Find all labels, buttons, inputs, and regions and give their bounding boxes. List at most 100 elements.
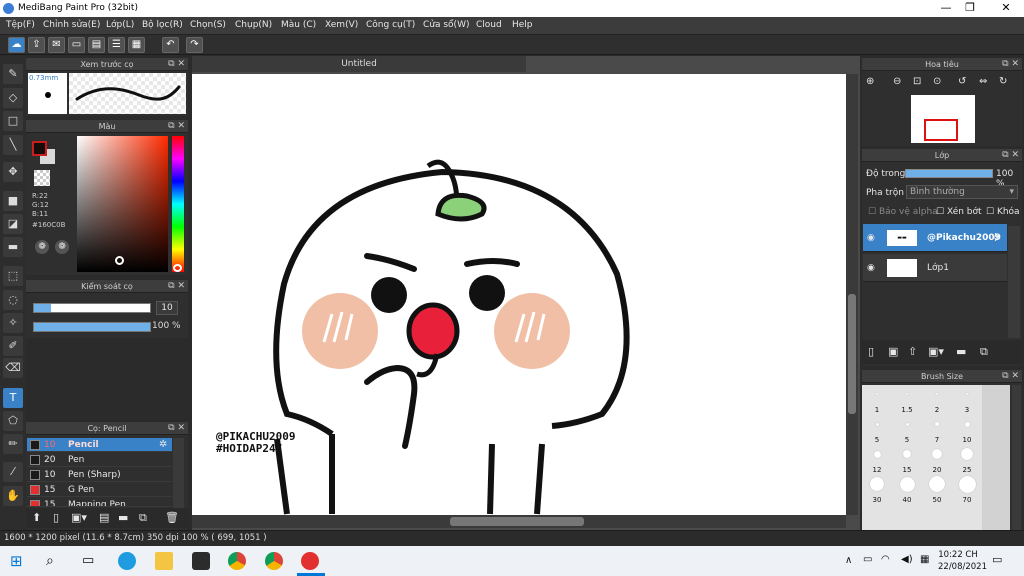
brush-opacity-slider[interactable] <box>33 322 151 332</box>
actual-size-icon[interactable]: ⊙ <box>933 76 941 87</box>
document-icon[interactable]: ▤ <box>88 37 105 53</box>
brush-list-scrollbar[interactable] <box>173 438 184 508</box>
layer-scrollbar[interactable] <box>1008 226 1020 338</box>
brush-settings-icon[interactable]: ✲ <box>159 438 167 452</box>
edge-browser-icon[interactable] <box>118 552 136 570</box>
add-brush-icon[interactable]: ▣▾ <box>71 511 87 524</box>
visibility-eye-icon[interactable]: ◉ <box>867 254 875 282</box>
brush-size-dot[interactable] <box>961 448 973 460</box>
vertical-scroll-thumb[interactable] <box>848 294 856 414</box>
windows-start-icon[interactable]: ⊞ <box>10 552 28 570</box>
panel-close-icon[interactable]: ⧉ ✕ <box>1002 58 1019 71</box>
vertical-scrollbar[interactable] <box>846 74 858 515</box>
brush-size-dot[interactable] <box>873 450 881 458</box>
layer-settings-icon[interactable]: ✲ <box>991 224 1000 252</box>
chat-icon[interactable]: ▭ <box>68 37 85 53</box>
redo-icon[interactable]: ↷ <box>186 37 203 53</box>
file-explorer-icon[interactable] <box>155 552 173 570</box>
layer-up-icon[interactable]: ⇧ <box>908 345 917 358</box>
volume-icon[interactable]: ◀) <box>901 554 913 565</box>
panel-close-icon[interactable]: ⧉ ✕ <box>168 280 185 293</box>
maximize-button[interactable]: ❐ <box>950 1 990 16</box>
brush-item-pen[interactable]: 20 Pen <box>27 453 172 467</box>
lasso-tool-icon[interactable]: ◌ <box>3 290 23 310</box>
brush-size-dot[interactable] <box>936 393 938 395</box>
menu-help[interactable]: Help <box>512 20 533 30</box>
hue-slider[interactable] <box>172 136 184 272</box>
folder-icon[interactable]: ▬ <box>118 511 128 524</box>
menu-edit[interactable]: Chỉnh sửa(E) <box>43 20 100 30</box>
layer-row-pikachu[interactable]: ◉ ▬▬ @Pikachu2009 ✲ <box>863 224 1007 252</box>
brush-item-mapping-pen[interactable]: 15 Mapping Pen <box>27 498 172 507</box>
brush-size-value[interactable]: 10 <box>156 301 178 315</box>
menu-view[interactable]: Xem(V) <box>325 20 358 30</box>
menu-filter[interactable]: Bộ lọc(R) <box>142 20 183 30</box>
bucket-tool-icon[interactable]: ◪ <box>3 214 23 234</box>
flip-icon[interactable]: ⇔ <box>979 76 987 87</box>
zoom-in-icon[interactable]: ⊕ <box>866 76 874 87</box>
close-button[interactable]: ✕ <box>986 1 1024 16</box>
brush-size-dot[interactable] <box>905 422 909 426</box>
foreground-color-swatch[interactable] <box>32 141 47 156</box>
search-icon[interactable]: ⌕ <box>46 552 64 570</box>
brush-size-dot[interactable] <box>932 449 942 459</box>
comment-icon[interactable]: ✉ <box>48 37 65 53</box>
cloud-brush-icon[interactable]: ⬆ <box>32 511 41 524</box>
zoom-out-icon[interactable]: ⊖ <box>893 76 901 87</box>
horizontal-scroll-thumb[interactable] <box>450 517 584 526</box>
clock[interactable]: 10:22 CH 22/08/2021 <box>938 549 987 573</box>
horizontal-scrollbar[interactable] <box>192 515 846 528</box>
network-icon[interactable]: ◠ <box>881 554 890 565</box>
line-tool-icon[interactable]: ╲ <box>3 135 23 155</box>
gradient-tool-icon[interactable]: ▬ <box>3 237 23 257</box>
panel-close-icon[interactable]: ⧉ ✕ <box>1002 149 1019 162</box>
brush-size-dot[interactable] <box>958 475 976 493</box>
show-hidden-icons-icon[interactable]: ∧ <box>845 555 852 566</box>
menu-capture[interactable]: Chụp(N) <box>235 20 272 30</box>
brush-properties-icon[interactable]: ▤ <box>99 511 109 524</box>
brush-size-dot[interactable] <box>870 477 884 491</box>
panel-close-icon[interactable]: ⧉ ✕ <box>168 58 185 71</box>
rect-fill-tool-icon[interactable]: ■ <box>3 191 23 211</box>
notification-icon[interactable]: ▭ <box>992 553 1002 566</box>
undo-icon[interactable]: ↶ <box>162 37 179 53</box>
store-icon[interactable] <box>192 552 210 570</box>
duplicate-layer-icon[interactable]: ⧉ <box>980 345 988 359</box>
task-view-icon[interactable]: ▭ <box>82 552 100 570</box>
menu-cloud[interactable]: Cloud <box>476 20 502 30</box>
eyedropper-tool-icon[interactable]: ⁄ <box>3 462 23 482</box>
magic-wand-tool-icon[interactable]: ✧ <box>3 313 23 333</box>
brush-size-slider[interactable] <box>33 303 151 313</box>
brush-size-dot[interactable] <box>903 450 911 458</box>
brush-size-dot[interactable] <box>964 421 970 427</box>
chrome-profile-icon[interactable] <box>265 552 283 570</box>
palette-settings-icon[interactable]: ❁ <box>55 240 69 254</box>
rotate-left-icon[interactable]: ↺ <box>958 76 966 87</box>
cloud-icon[interactable]: ☁ <box>8 37 25 53</box>
select-eraser-tool-icon[interactable]: ⌫ <box>3 358 23 378</box>
text-tool-icon[interactable]: T <box>3 388 23 408</box>
brush-size-dot[interactable] <box>876 393 878 395</box>
brush-tool-icon[interactable]: ✎ <box>3 64 23 84</box>
menu-file[interactable]: Tệp(F) <box>6 20 35 30</box>
color-saturation-picker[interactable] <box>77 136 168 272</box>
menu-select[interactable]: Chọn(S) <box>190 20 226 30</box>
layer-opacity-slider[interactable] <box>905 169 993 178</box>
brush-size-dot[interactable] <box>966 393 968 395</box>
visibility-eye-icon[interactable]: ◉ <box>867 224 875 252</box>
blend-mode-select[interactable]: Bình thường ▾ <box>906 185 1018 199</box>
menu-color[interactable]: Màu (C) <box>281 20 316 30</box>
hue-slider-handle[interactable] <box>173 264 182 272</box>
panel-close-icon[interactable]: ⧉ ✕ <box>1002 370 1019 383</box>
navigator-viewport[interactable] <box>924 119 958 141</box>
lock-checkbox[interactable]: ☐ Khóa <box>986 207 1020 217</box>
delete-icon[interactable]: 🗑 <box>165 511 179 524</box>
brush-size-scrollbar[interactable] <box>1012 385 1021 530</box>
operation-tool-icon[interactable]: ⬠ <box>3 411 23 431</box>
rotate-right-icon[interactable]: ↻ <box>999 76 1007 87</box>
canvas-tab[interactable]: Untitled <box>192 56 526 72</box>
list-icon[interactable]: ☰ <box>108 37 125 53</box>
brush-size-dot[interactable] <box>929 476 945 492</box>
document-canvas[interactable]: @PIKACHU2009 #HOIDAP247 <box>192 74 846 515</box>
move-tool-icon[interactable]: ✥ <box>3 162 23 182</box>
